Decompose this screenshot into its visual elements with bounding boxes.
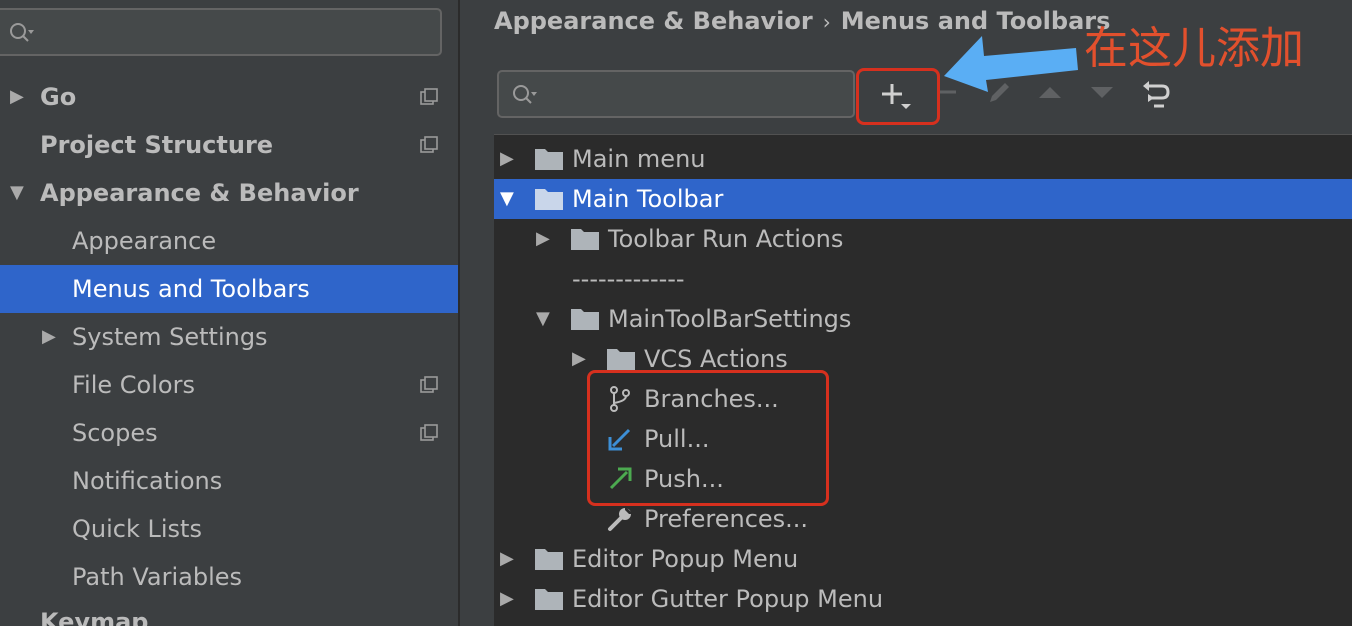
sidebar-item-label: Appearance & Behavior xyxy=(40,179,359,207)
search-icon xyxy=(513,85,537,104)
tree-row-editor-gutter-popup-menu[interactable]: ▶ Editor Gutter Popup Menu xyxy=(494,579,1352,619)
folder-icon xyxy=(571,309,599,330)
expand-arrow-icon[interactable]: ▶ xyxy=(42,313,56,361)
folder-icon xyxy=(535,149,563,170)
tree-row-toolbar-run-actions[interactable]: ▶ Toolbar Run Actions xyxy=(494,219,1352,259)
sidebar-item-menus-and-toolbars[interactable]: Menus and Toolbars xyxy=(0,265,458,313)
tree-search-input[interactable] xyxy=(497,70,855,118)
copy-settings-icon xyxy=(420,376,438,393)
collapse-arrow-icon[interactable]: ▼ xyxy=(536,299,550,339)
tree-row-separator[interactable]: ------------- xyxy=(494,259,1352,299)
folder-icon xyxy=(571,229,599,250)
sidebar-item-appearance-behavior[interactable]: ▼ Appearance & Behavior xyxy=(0,169,458,217)
sidebar-search-input[interactable] xyxy=(0,8,442,56)
breadcrumb-parent[interactable]: Appearance & Behavior xyxy=(494,7,813,35)
expand-arrow-icon[interactable]: ▶ xyxy=(10,73,24,121)
sidebar-item-label: Appearance xyxy=(72,227,217,255)
settings-sidebar: ▶ Go Project Structure ▼ Appearance & Be… xyxy=(0,0,458,626)
sidebar-item-label: Scopes xyxy=(72,419,158,447)
breadcrumb-separator: › xyxy=(822,10,831,34)
folder-icon xyxy=(607,349,635,370)
expand-arrow-icon[interactable]: ▶ xyxy=(572,339,586,379)
tree-row-label: Toolbar Run Actions xyxy=(608,225,844,253)
sidebar-item-notifications[interactable]: Notifications xyxy=(0,457,458,505)
expand-arrow-icon[interactable]: ▶ xyxy=(500,139,514,179)
sidebar-item-appearance[interactable]: Appearance xyxy=(0,217,458,265)
folder-icon xyxy=(535,589,563,610)
collapse-arrow-icon[interactable]: ▼ xyxy=(10,169,24,217)
panel-divider[interactable] xyxy=(458,0,460,626)
tree-row-maintoolbarsettings[interactable]: ▼ MainToolBarSettings xyxy=(494,299,1352,339)
sidebar-item-label: Path Variables xyxy=(72,563,243,591)
expand-arrow-icon[interactable]: ▶ xyxy=(500,579,514,619)
sidebar-item-label: System Settings xyxy=(72,323,268,351)
sidebar-item-label: Keymap xyxy=(40,608,149,626)
sidebar-item-label: Go xyxy=(40,83,77,111)
tree-row-label: ------------- xyxy=(572,265,685,293)
sidebar-item-label: Quick Lists xyxy=(72,515,202,543)
sidebar-item-keymap[interactable]: Keymap xyxy=(0,598,458,626)
annotation-text: 在这儿添加 xyxy=(1084,23,1304,74)
sidebar-item-label: Project Structure xyxy=(40,131,274,159)
sidebar-item-system-settings[interactable]: ▶ System Settings xyxy=(0,313,458,361)
restore-icon[interactable] xyxy=(1140,78,1174,112)
tree-row-label: Main menu xyxy=(572,145,706,173)
sidebar-item-file-colors[interactable]: File Colors xyxy=(0,361,458,409)
sidebar-item-scopes[interactable]: Scopes xyxy=(0,409,458,457)
folder-icon xyxy=(535,189,563,210)
tree-row-label: Main Toolbar xyxy=(572,185,724,213)
tree-row-main-menu[interactable]: ▶ Main menu xyxy=(494,139,1352,179)
sidebar-item-quick-lists[interactable]: Quick Lists xyxy=(0,505,458,553)
expand-arrow-icon[interactable]: ▶ xyxy=(536,219,550,259)
search-icon xyxy=(10,23,34,42)
vcs-items-highlight-box xyxy=(587,370,829,506)
copy-settings-icon xyxy=(420,424,438,441)
add-button-highlight-box xyxy=(856,68,940,125)
tree-row-label: Editor Popup Menu xyxy=(572,545,799,573)
sidebar-item-label: Menus and Toolbars xyxy=(72,275,310,303)
sidebar-item-project-structure[interactable]: Project Structure xyxy=(0,121,458,169)
collapse-arrow-icon[interactable]: ▼ xyxy=(500,179,514,219)
tree-row-main-toolbar[interactable]: ▼ Main Toolbar xyxy=(494,179,1352,219)
sidebar-item-path-variables[interactable]: Path Variables xyxy=(0,553,458,601)
tree-row-label: Editor Gutter Popup Menu xyxy=(572,585,884,613)
folder-icon xyxy=(535,549,563,570)
move-down-icon[interactable] xyxy=(1088,82,1116,102)
expand-arrow-icon[interactable]: ▶ xyxy=(500,539,514,579)
sidebar-item-label: Notifications xyxy=(72,467,223,495)
sidebar-item-label: File Colors xyxy=(72,371,195,399)
tree-row-editor-popup-menu[interactable]: ▶ Editor Popup Menu xyxy=(494,539,1352,579)
sidebar-item-go[interactable]: ▶ Go xyxy=(0,73,458,121)
copy-settings-icon xyxy=(420,136,438,153)
wrench-icon xyxy=(608,506,633,531)
annotation-arrow-icon xyxy=(944,36,1078,92)
tree-row-label: MainToolBarSettings xyxy=(608,305,852,333)
copy-settings-icon xyxy=(420,88,438,105)
